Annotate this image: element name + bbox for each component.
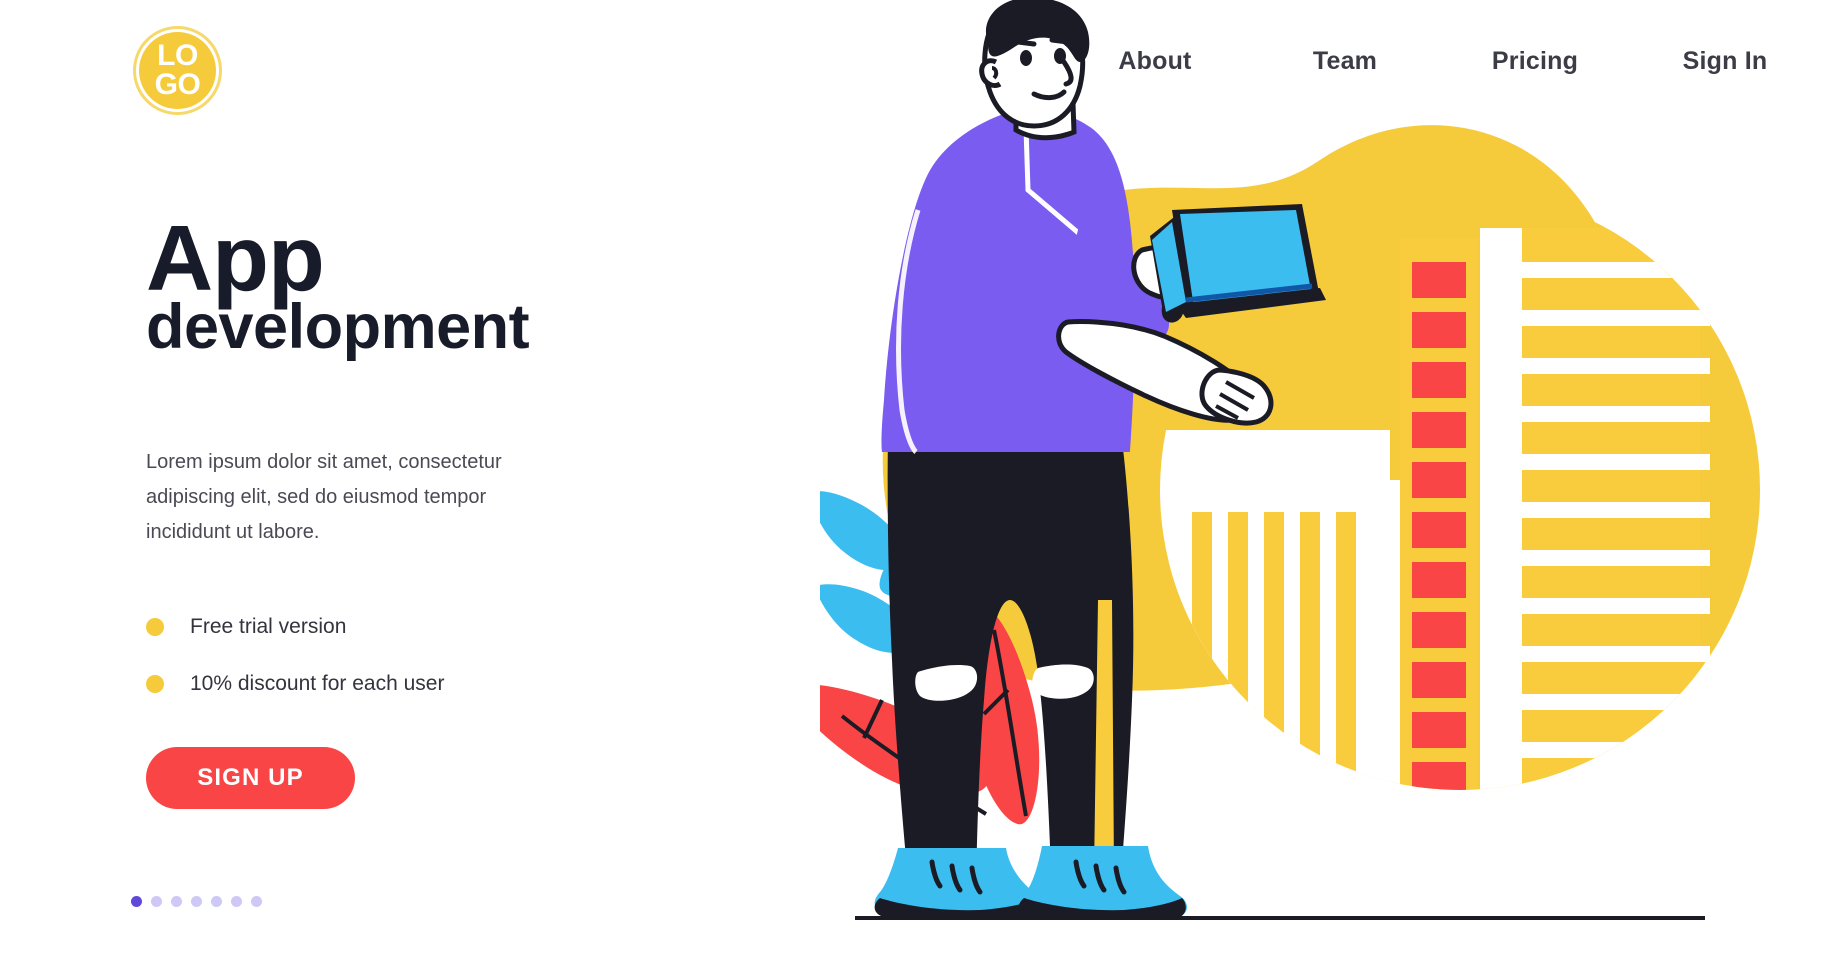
sign-up-button[interactable]: SIGN UP — [146, 747, 355, 809]
landing-page: LO GO About Team Pricing Sign In App dev… — [0, 0, 1837, 980]
feature-label: 10% discount for each user — [190, 672, 445, 695]
logo-text: LO GO — [133, 26, 222, 115]
list-item: Free trial version — [146, 611, 566, 643]
bullet-dot-icon — [146, 618, 164, 636]
carousel-dots — [131, 896, 262, 907]
carousel-dot-1[interactable] — [131, 896, 142, 907]
page-title: App development — [146, 206, 530, 363]
hero-illustration — [820, 0, 1837, 980]
person-eye-left — [1020, 50, 1032, 66]
headline-line-1: App — [146, 206, 325, 310]
carousel-dot-4[interactable] — [191, 896, 202, 907]
yellow-striped-building — [1520, 228, 1710, 790]
carousel-dot-2[interactable] — [151, 896, 162, 907]
feature-label: Free trial version — [190, 615, 347, 638]
logo-text-line2: GO — [154, 67, 201, 101]
red-window-building — [1400, 238, 1478, 790]
carousel-dot-5[interactable] — [211, 896, 222, 907]
headline-line-2: development — [146, 292, 530, 363]
logo-text-line1: LO — [157, 39, 198, 72]
logo[interactable]: LO GO — [133, 26, 222, 115]
person-blue-sneakers — [874, 846, 1187, 918]
bullet-dot-icon — [146, 675, 164, 693]
carousel-dot-7[interactable] — [251, 896, 262, 907]
carousel-dot-3[interactable] — [171, 896, 182, 907]
carousel-dot-6[interactable] — [231, 896, 242, 907]
feature-list: Free trial version 10% discount for each… — [146, 611, 566, 725]
hero-paragraph: Lorem ipsum dolor sit amet, consectetur … — [146, 451, 502, 543]
laptop — [1150, 204, 1326, 318]
list-item: 10% discount for each user — [146, 668, 566, 700]
building-gap — [1480, 228, 1522, 790]
